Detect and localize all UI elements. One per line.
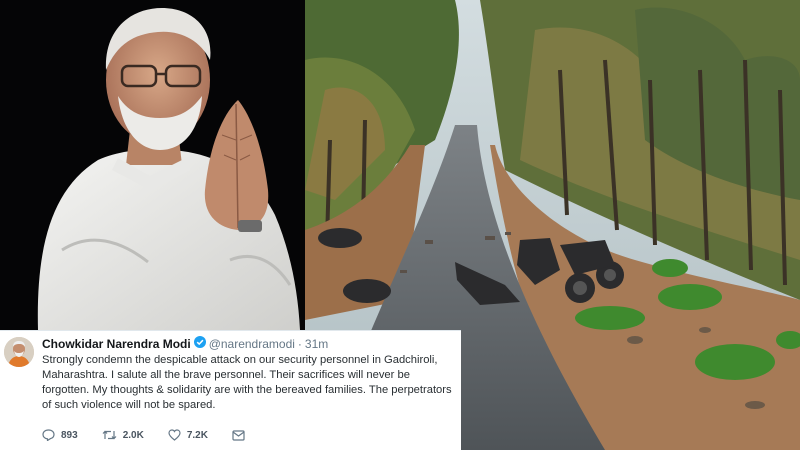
header-separator: ·	[297, 336, 302, 351]
author-name[interactable]: Chowkidar Narendra Modi	[42, 337, 191, 351]
retweet-icon	[102, 430, 117, 440]
reply-count: 893	[61, 429, 78, 441]
reply-icon	[42, 429, 55, 441]
reply-button[interactable]: 893	[42, 429, 78, 441]
tweet-timestamp[interactable]: 31m	[305, 337, 328, 351]
heart-icon	[168, 429, 181, 441]
retweet-count: 2.0K	[122, 429, 144, 441]
tweet-header: Chowkidar Narendra Modi @narendramodi · …	[42, 336, 328, 351]
tweet-actions: 893 2.0K 7.2K	[42, 429, 275, 441]
retweet-button[interactable]: 2.0K	[102, 429, 144, 441]
tweet-text: Strongly condemn the despicable attack o…	[42, 354, 452, 411]
portrait-photo	[0, 0, 305, 330]
direct-message-icon	[232, 429, 245, 441]
author-handle[interactable]: @narendramodi	[209, 337, 295, 351]
author-avatar[interactable]	[4, 337, 34, 367]
verified-badge-icon	[193, 336, 206, 351]
like-button[interactable]: 7.2K	[168, 429, 208, 441]
like-count: 7.2K	[186, 429, 208, 441]
direct-message-button[interactable]	[232, 429, 251, 441]
tweet-card: Chowkidar Narendra Modi @narendramodi · …	[0, 330, 461, 450]
